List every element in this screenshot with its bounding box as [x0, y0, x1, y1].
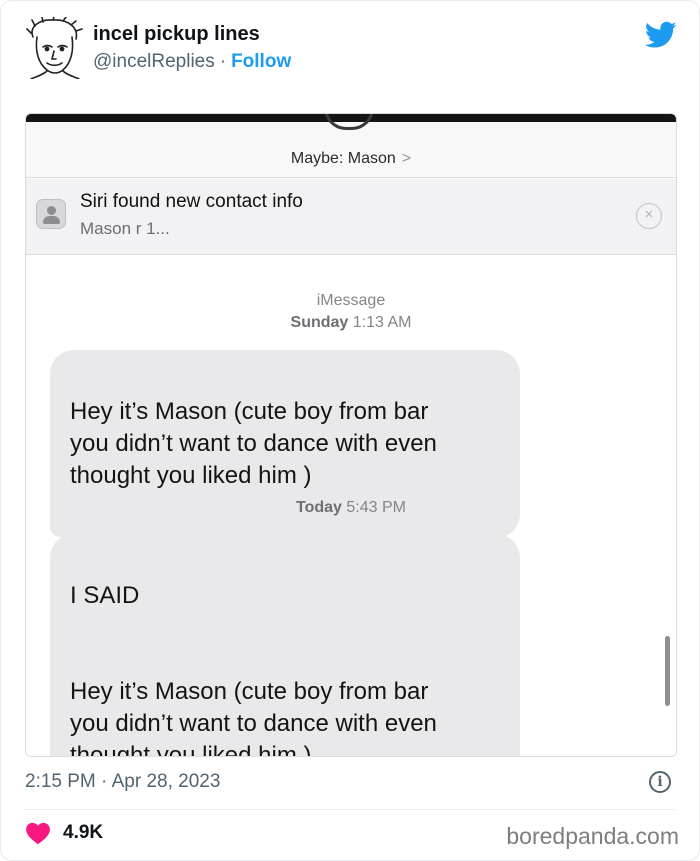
boredpanda-watermark: boredpanda.com — [506, 823, 679, 849]
tweet-timestamp[interactable]: 2:15 PM · Apr 28, 2023 — [25, 771, 220, 793]
timestamp-2-time: 5:43 PM — [346, 499, 406, 516]
like-count: 4.9K — [63, 822, 104, 843]
timestamp-1: Sunday 1:13 AM — [26, 314, 676, 332]
timestamp-1-time: 1:13 AM — [352, 314, 412, 331]
chevron-right-icon: > — [401, 150, 412, 167]
message-bubble-2: I SAID Hey it’s Mason (cute boy from bar… — [50, 534, 520, 757]
message-2-text: I SAID Hey it’s Mason (cute boy from bar… — [70, 582, 437, 757]
heart-icon[interactable] — [25, 821, 51, 845]
timestamp-2: Today 5:43 PM — [26, 499, 676, 517]
bubble-tail — [40, 514, 66, 538]
siri-suggestion-banner: Siri found new contact info Mason r 1...… — [26, 179, 676, 255]
contact-name-line: Maybe: Mason > — [26, 150, 676, 168]
author-handle[interactable]: @incelReplies — [93, 51, 215, 72]
contact-header: Maybe: Mason > — [26, 114, 676, 178]
timestamp-1-day: Sunday — [290, 314, 349, 331]
tweet-card: incel pickup lines @incelReplies · Follow … — [0, 0, 700, 861]
contact-name: Maybe: Mason — [290, 150, 396, 167]
avatar[interactable] — [25, 17, 83, 79]
follow-button[interactable]: Follow — [231, 51, 291, 72]
author-name[interactable]: incel pickup lines — [93, 23, 260, 46]
embedded-screenshot[interactable]: Maybe: Mason > Siri found new contact inf… — [25, 113, 677, 757]
like-action[interactable]: 4.9K — [25, 821, 103, 845]
siri-banner-title: Siri found new contact info — [80, 191, 303, 212]
contact-card-icon — [36, 199, 66, 229]
separator-dot: · — [219, 51, 227, 72]
service-label: iMessage — [316, 292, 386, 309]
close-icon: × — [636, 203, 662, 229]
scrollbar[interactable] — [665, 636, 670, 706]
timestamp-2-day: Today — [296, 499, 342, 516]
author-handle-line: @incelReplies · Follow — [93, 51, 291, 73]
contact-avatar-edge — [324, 114, 374, 130]
message-1-text: Hey it’s Mason (cute boy from bar you di… — [70, 398, 437, 489]
divider — [25, 809, 675, 810]
siri-banner-subtitle: Mason r 1... — [80, 219, 170, 238]
twitter-bird-icon[interactable] — [645, 21, 677, 49]
info-icon[interactable]: i — [649, 771, 671, 793]
